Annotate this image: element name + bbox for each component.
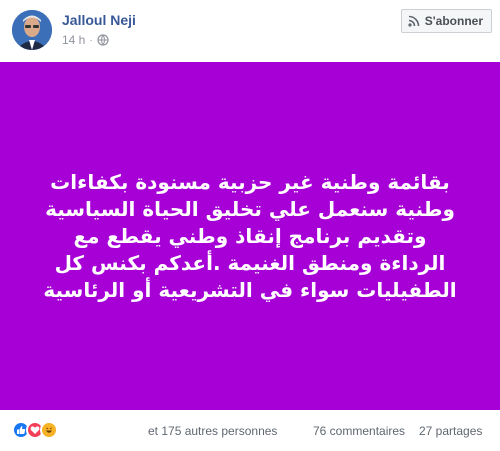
- post-meta: 14 h ·: [62, 33, 109, 47]
- post-content-background: بقائمة وطنية غير حزبية مسنودة بكفاءات وط…: [0, 62, 500, 410]
- haha-icon: [40, 421, 58, 439]
- comments-count[interactable]: 76 commentaires: [313, 424, 405, 438]
- post-footer: et 175 autres personnes 76 commentaires …: [0, 410, 500, 451]
- avatar-portrait-icon: [12, 10, 52, 50]
- meta-separator: ·: [89, 34, 93, 46]
- reactions-summary[interactable]: [12, 421, 58, 439]
- shares-count[interactable]: 27 partages: [419, 424, 482, 438]
- globe-icon: [97, 34, 109, 46]
- post-card: Jalloul Neji 14 h · S'abonner بقائمة وطن…: [0, 0, 500, 451]
- subscribe-button[interactable]: S'abonner: [400, 9, 492, 33]
- author-name[interactable]: Jalloul Neji: [62, 12, 136, 28]
- author-avatar[interactable]: [12, 10, 52, 50]
- post-text: بقائمة وطنية غير حزبية مسنودة بكفاءات وط…: [43, 169, 457, 302]
- post-header: Jalloul Neji 14 h · S'abonner: [0, 0, 500, 62]
- rss-icon: [408, 15, 420, 27]
- subscribe-label: S'abonner: [424, 14, 483, 28]
- reactions-others-text[interactable]: et 175 autres personnes: [148, 424, 277, 438]
- post-time[interactable]: 14 h: [62, 33, 85, 47]
